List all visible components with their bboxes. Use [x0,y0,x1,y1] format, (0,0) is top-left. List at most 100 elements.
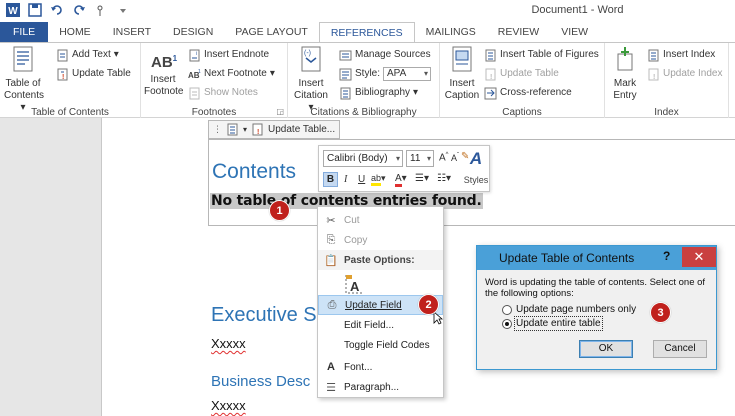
svg-text:(-): (-) [304,50,311,57]
update-index-button[interactable]: ! Update Index [647,66,723,82]
shrink-font-icon[interactable]: Aˇ [451,153,459,163]
heading-executive-summary: Executive S [211,304,317,326]
bibliography-button[interactable]: Bibliography ▾ [339,85,418,101]
title-bar: W Document1 - Word [0,0,735,22]
captions-update-table-button[interactable]: ! Update Table [484,66,559,82]
underline-button[interactable]: U [358,174,365,185]
group-label-index: Index [654,107,679,118]
tab-design[interactable]: DESIGN [162,22,224,42]
insert-caption-label: Insert Caption [444,78,480,101]
group-captions: Insert Caption Insert Table of Figures !… [440,43,605,119]
mark-entry-icon [617,47,633,71]
manage-sources-button[interactable]: Manage Sources [339,47,431,63]
show-notes-label: Show Notes [204,87,258,98]
tab-home[interactable]: HOME [48,22,102,42]
show-notes-button[interactable]: Show Notes [188,85,258,101]
table-of-contents-button[interactable]: Table of Contents ▾ [4,46,44,114]
manage-sources-icon [339,50,352,60]
scissors-icon: ✂ [326,214,336,227]
tab-view[interactable]: VIEW [550,22,599,42]
menu-item-label: Font... [344,361,373,373]
menu-item-toggle-field-codes[interactable]: Toggle Field Codes [318,335,443,355]
tab-references[interactable]: REFERENCES [318,22,415,43]
menu-item-edit-field[interactable]: Edit Field... [318,315,443,335]
cross-reference-icon [484,87,497,99]
close-button[interactable]: ✕ [682,247,716,267]
step-marker-1: 1 [269,200,290,221]
help-button[interactable]: ? [663,249,670,263]
svg-text:i: i [196,51,197,57]
style-label: Style: [355,68,381,79]
style-dropdown[interactable]: APA [383,67,432,81]
contents-heading: Contents [212,160,297,183]
captions-update-table-icon: ! [485,68,496,81]
add-text-icon [57,49,68,61]
highlight-icon[interactable]: ab▾ [371,173,386,186]
font-name-dropdown[interactable]: Calibri (Body) [323,150,403,167]
tab-page-layout[interactable]: PAGE LAYOUT [224,22,319,42]
italic-button[interactable]: I [344,174,347,185]
menu-item-copy[interactable]: ⎘ Copy [318,230,443,250]
chevron-down-icon[interactable]: ▾ [243,125,247,134]
insert-endnote-button[interactable]: i Insert Endnote [188,47,269,63]
table-of-contents-icon [13,46,33,72]
group-label-citations: Citations & Bibliography [310,107,417,118]
style-icon [339,68,352,80]
option-update-entire-table[interactable]: Update entire table [502,316,603,331]
dialog-title-bar[interactable]: Update Table of Contents ? ✕ [477,246,716,270]
next-footnote-label: Next Footnote [204,68,267,79]
menu-item-cut[interactable]: ✂ Cut [318,210,443,230]
grow-font-icon[interactable]: A^ [439,152,449,163]
radio-button-selected[interactable] [502,318,512,329]
insert-citation-button[interactable]: (-) Insert Citation ▾ [291,46,331,114]
dialog-title: Update Table of Contents [499,251,635,265]
update-index-icon: ! [648,68,659,81]
insert-footnote-button[interactable]: AB1 Insert Footnote [144,46,183,98]
close-icon: ✕ [693,249,705,264]
option-update-page-numbers[interactable]: Update page numbers only [502,304,636,315]
footnote-icon: AB1 [151,54,178,71]
menu-item-label: Copy [344,234,368,246]
toc-update-table-label[interactable]: Update Table... [268,124,335,135]
dialog-message: Word is updating the table of contents. … [485,277,706,299]
cancel-button[interactable]: Cancel [653,340,707,358]
menu-item-label: Update Field [345,299,402,311]
next-footnote-button[interactable]: AB 1 Next Footnote ▾ [188,66,275,82]
next-footnote-icon: AB1 [188,69,201,80]
toc-content-control-handle[interactable]: ⋮ ▾ ! Update Table... [208,120,341,139]
ok-button[interactable]: OK [579,340,633,358]
insert-index-button[interactable]: Insert Index [647,47,715,63]
update-table-icon: ! [57,68,68,81]
update-table-button[interactable]: ! Update Table [56,66,131,82]
mark-entry-button[interactable]: Mark Entry [607,46,643,102]
radio-button[interactable] [502,304,512,315]
tab-review[interactable]: REVIEW [487,22,550,42]
group-label-toc: Table of Contents [31,107,109,118]
tab-mailings[interactable]: MAILINGS [415,22,487,42]
paragraph-icon: ☰ [326,381,336,394]
drag-handle-icon[interactable]: ⋮ [213,124,222,135]
bold-button[interactable]: B [323,172,338,187]
footnotes-dialog-launcher-icon[interactable]: ◲ [276,107,284,116]
bullets-icon[interactable]: ☰▾ [415,173,429,184]
group-footnotes: AB1 Insert Footnote i Insert Endnote AB 1… [141,43,288,119]
menu-item-font[interactable]: A Font... [318,357,443,377]
chevron-down-icon: ▾ [413,87,419,98]
add-text-label: Add Text [72,49,111,60]
font-size-dropdown[interactable]: 11 [406,150,434,167]
insert-caption-button[interactable]: Insert Caption [443,46,481,102]
style-selector[interactable]: Style: APA [339,66,432,82]
tab-insert[interactable]: INSERT [102,22,162,42]
insert-table-of-figures-button[interactable]: Insert Table of Figures [484,47,599,63]
cross-reference-button[interactable]: Cross-reference [484,85,572,101]
paste-keep-text-only-icon[interactable]: A [344,273,364,295]
numbering-icon[interactable]: ☷▾ [437,173,451,184]
styles-button[interactable]: A Styles [463,149,489,185]
tab-file[interactable]: FILE [0,22,49,42]
menu-item-label: Paste Options: [344,254,415,266]
toc-menu-icon[interactable] [226,123,239,136]
add-text-button[interactable]: Add Text ▾ [56,47,119,63]
menu-item-paragraph[interactable]: ☰ Paragraph... [318,377,443,397]
insert-caption-icon [452,46,472,72]
font-color-icon[interactable]: A▾ [395,173,407,187]
